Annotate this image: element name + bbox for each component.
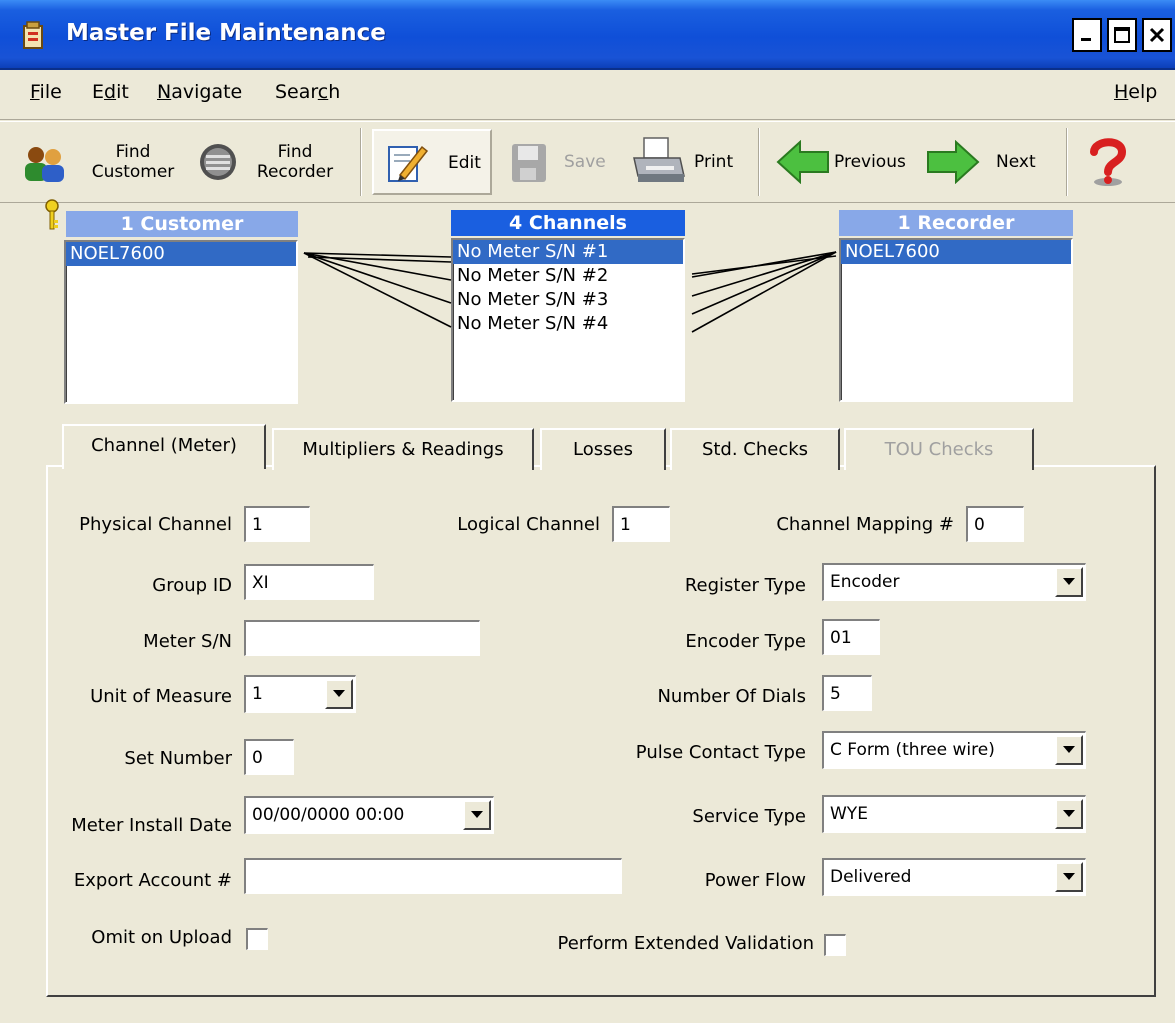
perform-extended-validation-checkbox[interactable] — [824, 934, 846, 956]
date-dropdown-button[interactable] — [463, 800, 491, 830]
logical-channel-field[interactable]: 1 — [612, 506, 670, 542]
unit-of-measure-value: 1 — [252, 684, 263, 704]
chevron-down-icon — [1063, 578, 1075, 585]
omit-on-upload-checkbox[interactable] — [246, 928, 268, 950]
service-type-label: Service Type — [692, 806, 806, 827]
register-type-label: Register Type — [684, 575, 806, 596]
number-of-dials-label: Number Of Dials — [657, 686, 806, 707]
meter-sn-field[interactable] — [244, 620, 480, 656]
physical-channel-field[interactable]: 1 — [244, 506, 310, 542]
tab-losses[interactable]: Losses — [540, 428, 666, 470]
dropdown-arrow-button[interactable] — [1055, 862, 1083, 892]
unit-of-measure-label: Unit of Measure — [90, 686, 232, 707]
pulse-contact-type-value: C Form (three wire) — [830, 740, 995, 760]
meter-install-date-picker[interactable]: 00/00/0000 00:00 — [244, 796, 494, 834]
pulse-contact-type-dropdown[interactable]: C Form (three wire) — [822, 731, 1086, 769]
channel-mapping-field[interactable]: 0 — [966, 506, 1024, 542]
number-of-dials-field[interactable]: 5 — [822, 675, 872, 711]
tab-channel-meter[interactable]: Channel (Meter) — [62, 424, 266, 469]
power-flow-dropdown[interactable]: Delivered — [822, 858, 1086, 896]
meter-install-date-value: 00/00/0000 00:00 — [252, 805, 405, 825]
service-type-dropdown[interactable]: WYE — [822, 795, 1086, 833]
logical-channel-label: Logical Channel — [457, 514, 600, 535]
omit-on-upload-label: Omit on Upload — [91, 927, 232, 948]
chevron-down-icon — [333, 690, 345, 697]
channel-mapping-label: Channel Mapping # — [776, 514, 954, 535]
dropdown-arrow-button[interactable] — [1055, 567, 1083, 597]
tab-multipliers-readings[interactable]: Multipliers & Readings — [272, 428, 534, 470]
encoder-type-field[interactable]: 01 — [822, 619, 880, 655]
dropdown-arrow-button[interactable] — [1055, 735, 1083, 765]
register-type-dropdown[interactable]: Encoder — [822, 563, 1086, 601]
meter-sn-label: Meter S/N — [143, 631, 232, 652]
encoder-type-label: Encoder Type — [685, 631, 806, 652]
chevron-down-icon — [1063, 873, 1075, 880]
power-flow-value: Delivered — [830, 867, 912, 887]
tab-tou-checks[interactable]: TOU Checks — [844, 428, 1034, 470]
relationship-lines — [303, 251, 837, 333]
chevron-down-icon — [1063, 746, 1075, 753]
power-flow-label: Power Flow — [704, 870, 806, 891]
set-number-field[interactable]: 0 — [244, 739, 294, 775]
meter-install-date-label: Meter Install Date — [71, 815, 232, 836]
unit-of-measure-dropdown[interactable]: 1 — [244, 675, 356, 713]
perform-extended-validation-label: Perform Extended Validation — [557, 933, 814, 954]
export-account-label: Export Account # — [73, 870, 232, 891]
chevron-down-icon — [1063, 810, 1075, 817]
service-type-value: WYE — [830, 804, 868, 824]
dropdown-arrow-button[interactable] — [1055, 799, 1083, 829]
group-id-field[interactable]: XI — [244, 564, 374, 600]
group-id-label: Group ID — [152, 575, 232, 596]
set-number-label: Set Number — [124, 748, 232, 769]
tab-std-checks[interactable]: Std. Checks — [670, 428, 840, 470]
dropdown-arrow-button[interactable] — [325, 679, 353, 709]
physical-channel-label: Physical Channel — [79, 514, 232, 535]
chevron-down-icon — [471, 811, 483, 818]
pulse-contact-type-label: Pulse Contact Type — [635, 742, 806, 763]
register-type-value: Encoder — [830, 572, 900, 592]
